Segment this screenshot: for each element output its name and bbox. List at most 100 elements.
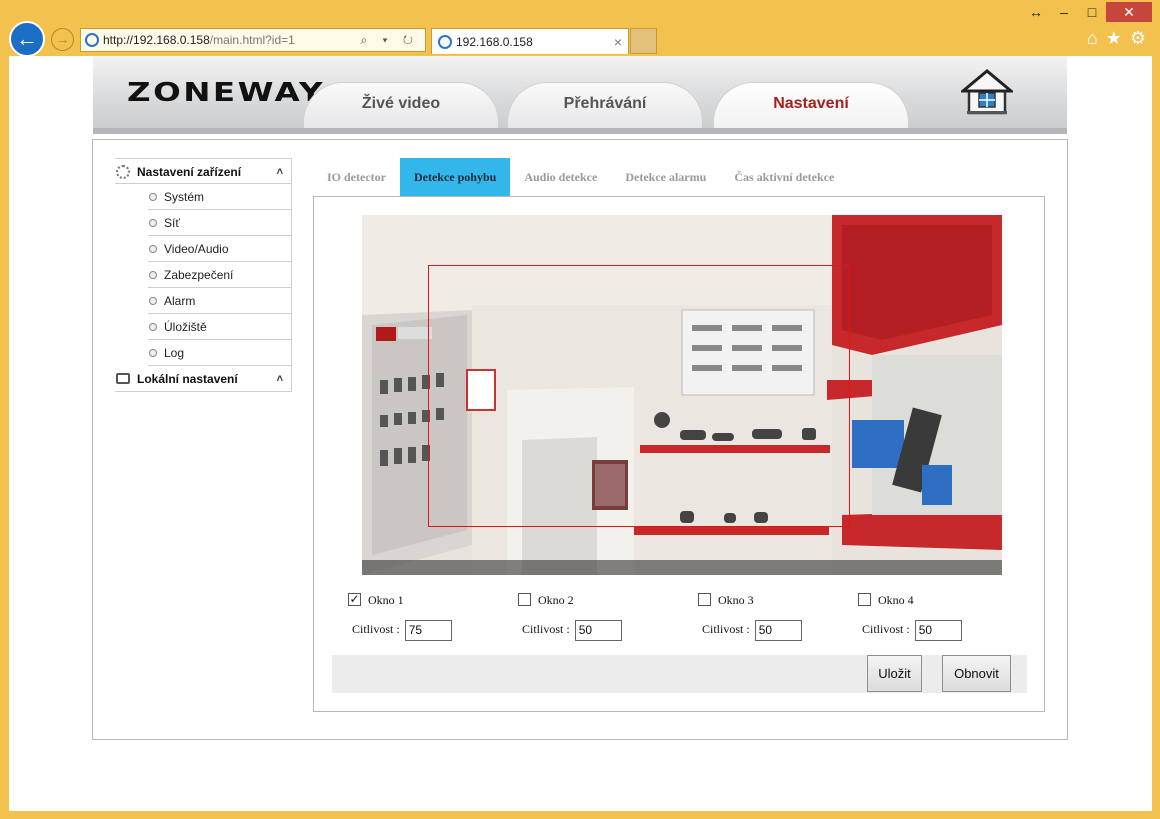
home-icon[interactable]: ⌂ [1087,28,1098,49]
sidebar-item-log[interactable]: Log [148,340,292,366]
tab-alarm-detection[interactable]: Detekce alarmu [611,158,720,196]
window-1-checkbox[interactable]: ✓ Okno 1 [348,590,512,610]
camera-video-preview[interactable] [362,215,1002,575]
sensitivity-label: Citlivost : [522,622,570,636]
window-4-settings: Okno 4 Citlivost : 50 [858,590,1022,641]
window-2-sensitivity: Citlivost : 50 [522,618,682,641]
sidebar-item-label: Systém [164,190,205,204]
back-button[interactable]: ← [9,21,45,57]
tab-live-video[interactable]: Živé video [303,82,499,134]
detection-tabs: IO detector Detekce pohybu Audio detekce… [313,158,848,196]
tab-detection-schedule[interactable]: Čas aktivní detekce [720,158,848,196]
window-3-sensitivity: Citlivost : 50 [702,618,862,641]
bullet-icon [149,323,157,331]
gear-icon [116,165,130,179]
address-tools[interactable]: ⌕ ▾ ↻ [360,29,419,51]
sidebar-item-label: Úložiště [164,320,207,334]
chevron-up-icon[interactable]: ˄ [277,159,283,185]
tab-audio-detection[interactable]: Audio detekce [510,158,611,196]
sidebar-section-label: Nastavení zařízení [137,165,242,179]
sensitivity-input-1[interactable]: 75 [404,619,452,641]
checkbox-icon[interactable] [518,593,531,606]
window-1-settings: ✓ Okno 1 Citlivost : 75 [348,590,512,641]
logo-text-2: NEWAY [183,78,326,108]
tab-motion-detection[interactable]: Detekce pohybu [399,158,511,196]
window-label: Okno 3 [718,593,754,607]
page-viewport: ZONEWAY Živé video Přehrávání Nastavení … [9,56,1152,811]
browser-chrome: ↔ – □ ✕ ← → http://192.168.0.158/main.ht… [0,0,1160,57]
action-bar: Uložit Obnovit [332,655,1027,693]
sidebar-item-network[interactable]: Síť [148,210,292,236]
minimize-button[interactable]: – [1050,2,1078,22]
refresh-button[interactable]: Obnovit [942,655,1011,692]
browser-tab[interactable]: 192.168.0.158 × [431,28,629,54]
checkbox-icon[interactable] [698,593,711,606]
address-host: http://192.168.0.158 [103,33,210,47]
zoneway-logo: ZONEWAY [127,78,325,108]
maximize-button[interactable]: □ [1078,2,1106,22]
address-bar[interactable]: http://192.168.0.158/main.html?id=1 ⌕ ▾ … [80,28,426,52]
bullet-icon [149,271,157,279]
star-icon[interactable]: ★ [1106,28,1122,49]
bullet-icon [149,245,157,253]
tab-settings[interactable]: Nastavení [713,82,909,134]
window-4-checkbox[interactable]: Okno 4 [858,590,1022,610]
sidebar-item-label: Video/Audio [164,242,229,256]
computer-icon [116,373,130,384]
sidebar-section-local-settings[interactable]: Lokální nastavení ˄ [115,366,292,392]
header-divider [93,128,1067,134]
sidebar-item-security[interactable]: Zabezpečení [148,262,292,288]
address-path: /main.html?id=1 [209,33,295,47]
sensitivity-input-4[interactable]: 50 [914,619,962,641]
sidebar-item-alarm[interactable]: Alarm [148,288,292,314]
chevron-up-icon[interactable]: ˄ [277,366,283,392]
logo-text-1: ZO [127,78,184,108]
ie-icon [438,35,452,49]
bullet-icon [149,193,157,201]
save-button[interactable]: Uložit [867,655,922,692]
restore-size-button[interactable]: ↔ [1022,2,1050,22]
motion-detection-window-1[interactable] [428,265,850,527]
sensitivity-label: Citlivost : [352,622,400,636]
home-icon[interactable] [961,69,1013,115]
sidebar-item-label: Log [164,346,185,360]
settings-sidebar: Nastavení zařízení ˄ Systém Síť Video/Au… [115,158,292,392]
window-label: Okno 2 [538,593,574,607]
detection-windows-row: ✓ Okno 1 Citlivost : 75 Okno 2 Citlivost … [348,590,1032,650]
browser-toolbar-icons: ⌂ ★ ⚙ [1087,28,1146,49]
sensitivity-input-2[interactable]: 50 [574,619,622,641]
settings-content: Nastavení zařízení ˄ Systém Síť Video/Au… [92,139,1068,740]
motion-detection-panel: ✓ Okno 1 Citlivost : 75 Okno 2 Citlivost … [313,196,1045,712]
bullet-icon [149,297,157,305]
forward-button[interactable]: → [51,28,74,51]
window-2-checkbox[interactable]: Okno 2 [518,590,682,610]
checkbox-icon[interactable] [858,593,871,606]
window-label: Okno 1 [368,593,404,607]
tab-playback[interactable]: Přehrávání [507,82,703,134]
sidebar-item-system[interactable]: Systém [148,184,292,210]
sidebar-item-storage[interactable]: Úložiště [148,314,292,340]
checkbox-checked-icon[interactable]: ✓ [348,593,361,606]
close-window-button[interactable]: ✕ [1106,2,1152,22]
ie-icon [85,33,99,47]
sidebar-section-device-settings[interactable]: Nastavení zařízení ˄ [115,158,292,184]
new-tab-button[interactable] [630,28,657,54]
window-4-sensitivity: Citlivost : 50 [862,618,1022,641]
window-3-settings: Okno 3 Citlivost : 50 [698,590,862,641]
sensitivity-label: Citlivost : [862,622,910,636]
site-header: ZONEWAY Živé video Přehrávání Nastavení [93,56,1067,134]
gear-icon[interactable]: ⚙ [1130,28,1146,49]
tab-close-icon[interactable]: × [614,29,622,55]
sidebar-item-label: Zabezpečení [164,268,234,282]
window-label: Okno 4 [878,593,914,607]
sidebar-item-video-audio[interactable]: Video/Audio [148,236,292,262]
sensitivity-input-3[interactable]: 50 [754,619,802,641]
bullet-icon [149,219,157,227]
sidebar-section-label: Lokální nastavení [137,372,238,386]
window-2-settings: Okno 2 Citlivost : 50 [518,590,682,641]
window-3-checkbox[interactable]: Okno 3 [698,590,862,610]
tab-io-detector[interactable]: IO detector [313,158,400,196]
window-controls: ↔ – □ ✕ [1022,2,1152,22]
arrow-left-icon: ← [16,26,38,51]
sensitivity-label: Citlivost : [702,622,750,636]
